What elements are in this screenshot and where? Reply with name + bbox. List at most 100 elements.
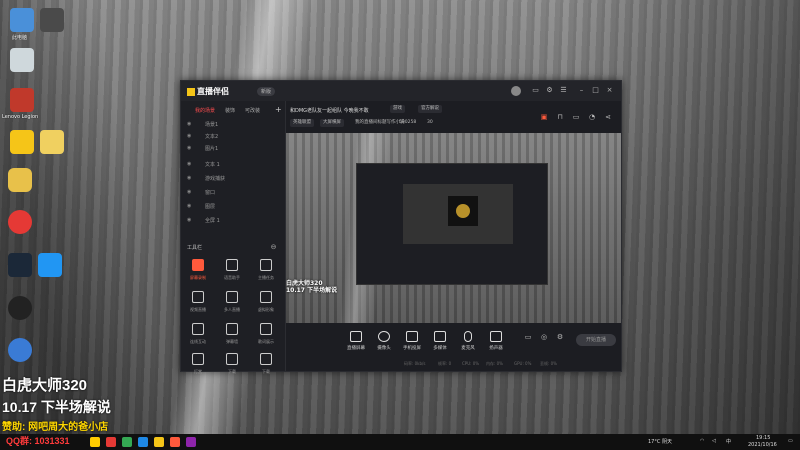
taskbar-app-icon[interactable]	[138, 437, 148, 447]
netease-music-icon[interactable]	[8, 210, 32, 234]
this-pc-icon[interactable]	[10, 8, 34, 32]
phone-cast-button[interactable]: 手机投屏	[398, 331, 426, 351]
obs-icon[interactable]	[8, 296, 32, 320]
speaker-button[interactable]: 扬声器	[482, 331, 510, 351]
add-scene-icon[interactable]: +	[275, 105, 282, 114]
avatar[interactable]	[511, 86, 521, 96]
uu-accelerator-icon[interactable]	[38, 253, 62, 277]
tool-multi-live[interactable]: 多人直播	[219, 291, 245, 317]
message-icon[interactable]: ▭	[531, 86, 540, 95]
eye-icon[interactable]: ◉	[187, 218, 192, 223]
tool-connect[interactable]: 连线互动	[185, 323, 211, 349]
tab-modifiable[interactable]: 可改装	[245, 107, 260, 114]
feedback-icon[interactable]: ☰	[559, 86, 568, 95]
connect-icon	[192, 323, 204, 335]
input-language[interactable]: 中	[726, 438, 731, 445]
settings-icon[interactable]: ⚙	[545, 86, 554, 95]
eye-icon[interactable]: ◉	[187, 146, 192, 151]
room-info-bar: 和DMG老队友一起组队 今晚我不敢 游戏 官方解说 英雄联盟 大屏横屏 我的直播…	[286, 101, 621, 133]
record-video-icon[interactable]: ▭	[524, 333, 532, 341]
start-icon[interactable]	[90, 437, 100, 447]
eye-icon[interactable]: ◉	[187, 176, 192, 181]
folder-icon[interactable]	[10, 130, 34, 154]
steam-icon[interactable]	[8, 253, 32, 277]
tool-screen-record[interactable]: 屏幕录制	[185, 259, 211, 285]
mic-button[interactable]: 麦克风	[454, 331, 482, 351]
gpu-stat: GPU: 0%	[514, 361, 532, 366]
taskbar-app-icon[interactable]	[122, 437, 132, 447]
room-title[interactable]: 和DMG老队友一起组队 今晚我不敢	[290, 107, 369, 114]
screen-share-button[interactable]: 直播屏幕	[342, 331, 370, 351]
tool-avatar[interactable]: 虚拟形象	[253, 291, 279, 317]
layout-chip[interactable]: 大屏横屏	[320, 119, 344, 127]
taskbar: 17°C 阴天 ◠ ◁ 中 19:15 2021/10/16 ▭	[0, 434, 800, 450]
eye-icon[interactable]: ◉	[187, 134, 192, 139]
bitrate-stat: 码率: 0kb/s	[404, 361, 426, 366]
eye-icon[interactable]: ◎	[540, 333, 548, 341]
camera-button[interactable]: 摄像头	[370, 331, 398, 351]
tool-voice[interactable]: 语音助手	[219, 259, 245, 285]
minimize-icon[interactable]: –	[577, 86, 586, 95]
owl-app-icon[interactable]	[8, 168, 32, 192]
tab-decoration[interactable]: 装饰	[225, 107, 235, 114]
category-chip[interactable]: 游戏	[390, 105, 405, 113]
tools-collapse-icon[interactable]: ⊖	[269, 243, 278, 252]
scene-item[interactable]: ◉ 游戏捕获	[185, 173, 281, 185]
tool-download[interactable]: 下载	[253, 353, 279, 379]
tool-gift[interactable]: 打赏	[185, 353, 211, 379]
phone-icon	[406, 331, 418, 342]
screen-icon	[350, 331, 362, 342]
scene-item[interactable]: ◉ 图片1	[185, 143, 281, 155]
start-live-button[interactable]: 开始直播	[576, 334, 616, 346]
settings-icon[interactable]: ⚙	[556, 333, 564, 341]
tool-danmaku[interactable]: 弹幕墙	[219, 323, 245, 349]
tool-task[interactable]: 主播任务	[253, 259, 279, 285]
official-chip[interactable]: 官方解说	[418, 105, 442, 113]
game-chip[interactable]: 英雄联盟	[290, 119, 314, 127]
share-icon[interactable]: ⋖	[604, 113, 612, 121]
app-name: 直播伴侣	[197, 87, 229, 96]
close-icon[interactable]: ×	[605, 86, 614, 95]
scene-item[interactable]: ◉ 图层	[185, 201, 281, 213]
tab-my-scenes[interactable]: 我的场景	[195, 107, 215, 114]
notification-icon[interactable]: ▭	[788, 438, 793, 444]
dropframe-stat: 丢帧: 0%	[540, 361, 557, 366]
volume-icon[interactable]: ◁	[712, 438, 716, 444]
nested-preview-window	[356, 163, 548, 285]
weather[interactable]: 17°C 阴天	[648, 438, 672, 445]
scene-item[interactable]: ◉ 场景1	[185, 119, 281, 131]
scene-item[interactable]: ◉ 全屏 1	[185, 215, 281, 227]
scene-item[interactable]: ◉ 文本2	[185, 131, 281, 143]
bell-icon[interactable]: ◔	[588, 113, 596, 121]
eye-icon[interactable]: ◉	[187, 162, 192, 167]
stream-preview[interactable]: 白虎大师320 10.17 下半场解说	[286, 133, 621, 323]
scene-item[interactable]: ◉ 文本 1	[185, 159, 281, 171]
app-icon[interactable]	[8, 338, 32, 362]
tool-video-live[interactable]: 视频直播	[185, 291, 211, 317]
scene-item[interactable]: ◉ 窗口	[185, 187, 281, 199]
chat-icon[interactable]: ▭	[572, 113, 580, 121]
eye-icon[interactable]: ◉	[187, 190, 192, 195]
fans-count: 590258	[399, 120, 417, 125]
taskbar-app-icon[interactable]	[170, 437, 180, 447]
network-icon[interactable]: ◠	[700, 438, 704, 444]
maximize-icon[interactable]: □	[591, 86, 600, 95]
version-badge[interactable]: 新版	[257, 87, 276, 96]
folder-icon[interactable]	[40, 130, 64, 154]
clock-time[interactable]: 19:15	[756, 435, 770, 441]
taskbar-app-icon[interactable]	[186, 437, 196, 447]
gift-icon[interactable]: ▣	[540, 113, 548, 121]
eye-icon[interactable]: ◉	[187, 204, 192, 209]
taskbar-app-icon[interactable]	[106, 437, 116, 447]
lock-icon[interactable]: ⊓	[556, 113, 564, 121]
eye-icon[interactable]: ◉	[187, 122, 192, 127]
taskbar-app-icon[interactable]	[154, 437, 164, 447]
recycle-bin-icon[interactable]	[10, 48, 34, 72]
legion-icon[interactable]	[10, 88, 34, 112]
media-button[interactable]: 多媒体	[426, 331, 454, 351]
tool-lyrics[interactable]: 歌词展示	[253, 323, 279, 349]
desktop-label: Lenovo Legion	[2, 114, 39, 120]
clock-date[interactable]: 2021/10/16	[748, 442, 777, 448]
app-icon[interactable]	[40, 8, 64, 32]
tool-download[interactable]: 下载	[219, 353, 245, 379]
